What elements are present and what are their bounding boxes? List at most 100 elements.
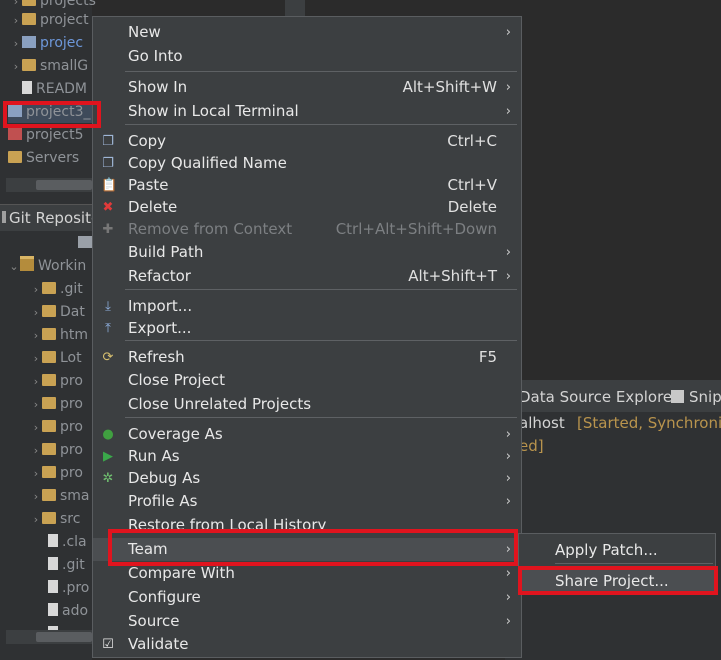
tree-item[interactable]: .git — [48, 554, 85, 576]
server-host[interactable]: alhost — [519, 414, 565, 432]
menu-separator — [125, 71, 517, 72]
menu-item-copy[interactable]: ❐ Copy Ctrl+C — [93, 130, 521, 153]
menu-item-label: Close Project — [128, 371, 225, 389]
folder-icon — [22, 13, 36, 25]
scrollbar-thumb[interactable] — [36, 180, 92, 190]
menu-item-label: Import... — [128, 297, 193, 315]
tree-item[interactable]: › Lot — [30, 347, 82, 369]
tree-item[interactable]: › project — [10, 9, 89, 31]
tree-item[interactable]: › Dat — [30, 301, 85, 323]
chevron-right-icon[interactable]: › — [30, 302, 42, 323]
folder-icon — [42, 374, 56, 386]
tree-item[interactable]: › pro — [30, 393, 83, 415]
tree-item[interactable]: › smallG — [10, 55, 88, 77]
menu-item-label: New — [128, 23, 161, 41]
tree-item-label: Workin — [38, 258, 87, 274]
horizontal-scrollbar[interactable] — [6, 630, 92, 644]
remove-icon: ✚ — [102, 222, 114, 237]
menu-item-paste[interactable]: 📋 Paste Ctrl+V — [93, 174, 521, 197]
tree-item[interactable]: READM — [10, 78, 87, 100]
menu-item-close-project[interactable]: Close Project — [93, 369, 521, 392]
chevron-right-icon[interactable]: › — [30, 371, 42, 392]
menu-item-refactor[interactable]: Refactor Alt+Shift+T › — [93, 265, 521, 288]
menu-item-source[interactable]: Source › — [93, 610, 521, 633]
tree-item[interactable]: › pro — [30, 416, 83, 438]
export-icon: ⤒ — [105, 321, 111, 336]
menu-item-validate[interactable]: ☑ Validate — [93, 633, 521, 656]
menu-item-configure[interactable]: Configure › — [93, 586, 521, 609]
tree-item[interactable]: › src — [30, 508, 81, 530]
tab-snippets[interactable]: Snip — [689, 388, 721, 406]
tree-item[interactable]: › htm — [30, 324, 88, 346]
tree-item-label: Servers — [26, 150, 80, 166]
submenu-arrow-icon: › — [505, 590, 511, 605]
menu-item-shortcut: Alt+Shift+T — [408, 267, 497, 285]
import-icon: ⤓ — [105, 299, 111, 314]
chevron-right-icon[interactable]: › — [30, 417, 42, 438]
tree-item[interactable]: ado — [48, 600, 88, 622]
menu-item-profile-as[interactable]: Profile As › — [93, 490, 521, 513]
panel-sash[interactable] — [285, 0, 305, 16]
copy-icon: ❐ — [102, 156, 114, 171]
server-status-cont: ed] — [519, 437, 544, 455]
menu-item-shortcut: Ctrl+Alt+Shift+Down — [335, 220, 497, 238]
menu-item-debug-as[interactable]: ✲ Debug As › — [93, 467, 521, 490]
tree-item-label: pro — [60, 396, 83, 412]
tree-item[interactable]: .cla — [48, 531, 87, 553]
menu-item-close-unrelated-projects[interactable]: Close Unrelated Projects — [93, 393, 521, 416]
tree-item[interactable]: › pro — [30, 370, 83, 392]
menu-item-run-as[interactable]: ▶ Run As › — [93, 445, 521, 468]
tree-item[interactable]: › .git — [30, 278, 83, 300]
menu-item-go-into[interactable]: Go Into — [93, 45, 521, 68]
chevron-right-icon[interactable]: › — [10, 10, 22, 31]
menu-item-coverage-as[interactable]: ● Coverage As › — [93, 423, 521, 446]
chevron-right-icon[interactable]: › — [30, 348, 42, 369]
chevron-right-icon[interactable]: › — [30, 486, 42, 507]
tree-item[interactable]: › pro — [30, 439, 83, 461]
menu-item-shortcut: Delete — [447, 198, 497, 216]
chevron-right-icon[interactable]: › — [10, 56, 22, 77]
menu-item-show-in-local-terminal[interactable]: Show in Local Terminal › — [93, 100, 521, 123]
menu-item-import[interactable]: ⤓ Import... — [93, 295, 521, 318]
tree-item[interactable]: › projec — [10, 32, 83, 54]
folder-icon — [42, 328, 56, 340]
menu-separator — [555, 563, 713, 564]
chevron-right-icon[interactable]: › — [30, 440, 42, 461]
tree-item[interactable]: ⌄ Workin — [8, 255, 86, 277]
folder-icon — [42, 282, 56, 294]
delete-icon: ✖ — [102, 200, 114, 215]
menu-item-apply-patch[interactable]: Apply Patch... — [519, 538, 715, 562]
menu-item-copy-qualified-name[interactable]: ❐ Copy Qualified Name — [93, 152, 521, 175]
chevron-right-icon[interactable]: › — [10, 33, 22, 54]
submenu-arrow-icon: › — [505, 449, 511, 464]
highlight-box-team — [108, 529, 518, 566]
menu-item-delete[interactable]: ✖ Delete Delete — [93, 196, 521, 219]
menu-item-refresh[interactable]: ⟳ Refresh F5 — [93, 346, 521, 369]
tree-item[interactable]: Servers — [8, 147, 79, 169]
scrollbar-thumb[interactable] — [36, 632, 92, 642]
horizontal-scrollbar[interactable] — [6, 178, 92, 192]
chevron-right-icon[interactable]: › — [30, 279, 42, 300]
tree-item[interactable]: › sma — [30, 485, 90, 507]
chevron-right-icon[interactable]: › — [30, 394, 42, 415]
tree-item-label: project — [40, 12, 89, 28]
chevron-down-icon[interactable]: ⌄ — [8, 256, 20, 277]
collapse-all-icon[interactable] — [78, 236, 92, 248]
tree-item-label: pro — [60, 373, 83, 389]
menu-item-build-path[interactable]: Build Path › — [93, 241, 521, 264]
copy-icon: ❐ — [102, 134, 114, 149]
tree-item-label: project5 — [26, 127, 84, 143]
tree-item-label: Lot — [60, 350, 82, 366]
chevron-right-icon[interactable]: › — [30, 463, 42, 484]
chevron-right-icon[interactable]: › — [30, 509, 42, 530]
menu-item-show-in[interactable]: Show In Alt+Shift+W › — [93, 76, 521, 99]
chevron-right-icon[interactable]: › — [30, 325, 42, 346]
tree-item[interactable]: › pro — [30, 462, 83, 484]
menu-item-export[interactable]: ⤒ Export... — [93, 317, 521, 340]
git-icon — [2, 211, 6, 223]
tab-data-source-explorer[interactable]: Data Source Explorer — [519, 388, 678, 406]
menu-item-new[interactable]: New › — [93, 21, 521, 44]
tree-item-label: READM — [36, 81, 88, 97]
tree-item[interactable]: .pro — [48, 577, 89, 599]
git-view-tab[interactable]: Git Reposito — [0, 204, 100, 231]
